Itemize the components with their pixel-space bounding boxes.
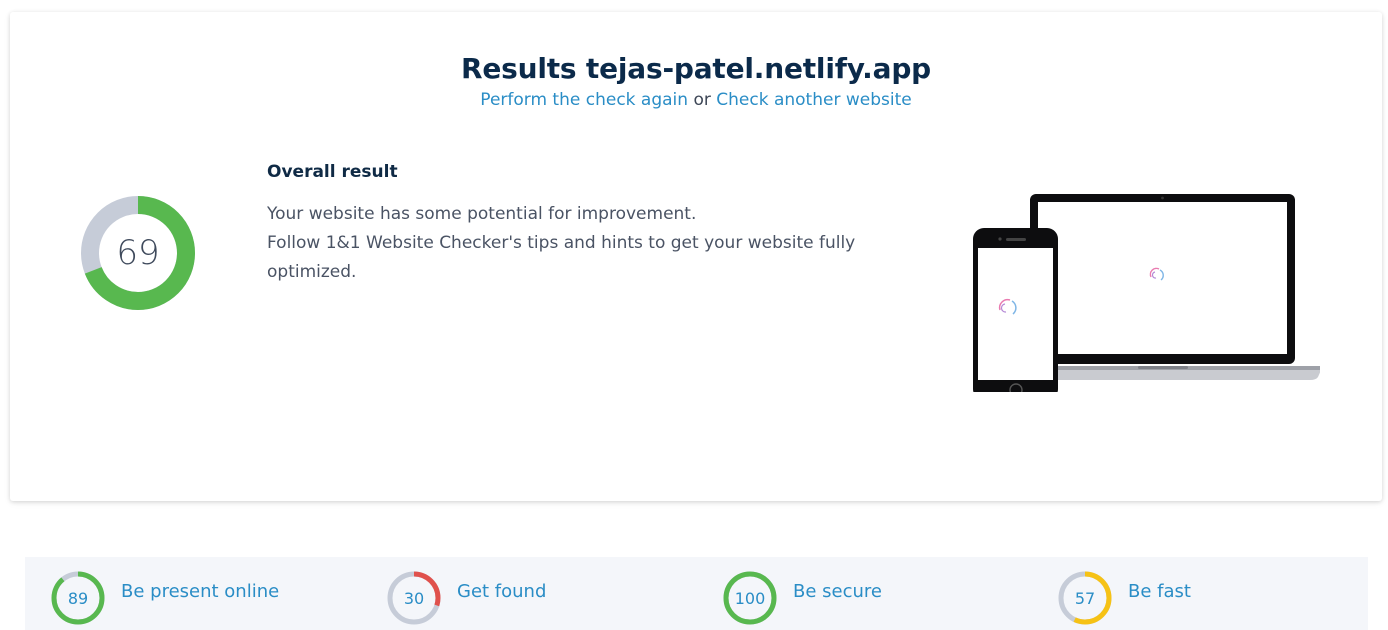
- category-score-value: 89: [67, 588, 89, 608]
- overall-score-donut: 69: [80, 195, 196, 311]
- category-be-secure[interactable]: 100 Be secure: [722, 570, 882, 628]
- device-preview-illustration: [960, 180, 1322, 400]
- overall-score-value: 69: [116, 233, 160, 273]
- category-label[interactable]: Be secure: [793, 581, 882, 602]
- category-present-online[interactable]: 89 Be present online: [50, 570, 279, 628]
- category-score-ring: 100: [722, 570, 778, 626]
- overall-result-line-1: Your website has some potential for impr…: [267, 204, 697, 224]
- category-get-found[interactable]: 30 Get found: [386, 570, 546, 628]
- smartphone-illustration: [973, 228, 1058, 400]
- category-score-value: 57: [1074, 588, 1096, 608]
- category-score-ring: 89: [50, 570, 106, 626]
- category-label[interactable]: Be present online: [121, 581, 279, 602]
- laptop-illustration: [1012, 194, 1322, 380]
- category-be-fast[interactable]: 57 Be fast: [1057, 570, 1191, 628]
- category-score-ring: 57: [1057, 570, 1113, 626]
- page-title: Results tejas-patel.netlify.app: [460, 52, 932, 85]
- recheck-links: Perform the check again or Check another…: [10, 90, 1382, 110]
- check-another-website-link[interactable]: Check another website: [716, 90, 911, 110]
- category-score-value: 100: [734, 588, 766, 608]
- category-label[interactable]: Be fast: [1128, 581, 1191, 602]
- category-summary-bar: 89 Be present online 30 Get found 100 Be…: [25, 557, 1368, 630]
- category-score-value: 30: [403, 588, 425, 608]
- devices-svg: [973, 194, 1322, 400]
- overall-result-description: Your website has some potential for impr…: [267, 200, 907, 287]
- or-text: or: [688, 90, 717, 110]
- overall-result-line-2: Follow 1&1 Website Checker's tips and hi…: [267, 233, 856, 282]
- category-score-ring: 30: [386, 570, 442, 626]
- overall-result-heading: Overall result: [267, 162, 398, 182]
- perform-check-again-link[interactable]: Perform the check again: [480, 90, 688, 110]
- category-label[interactable]: Get found: [457, 581, 546, 602]
